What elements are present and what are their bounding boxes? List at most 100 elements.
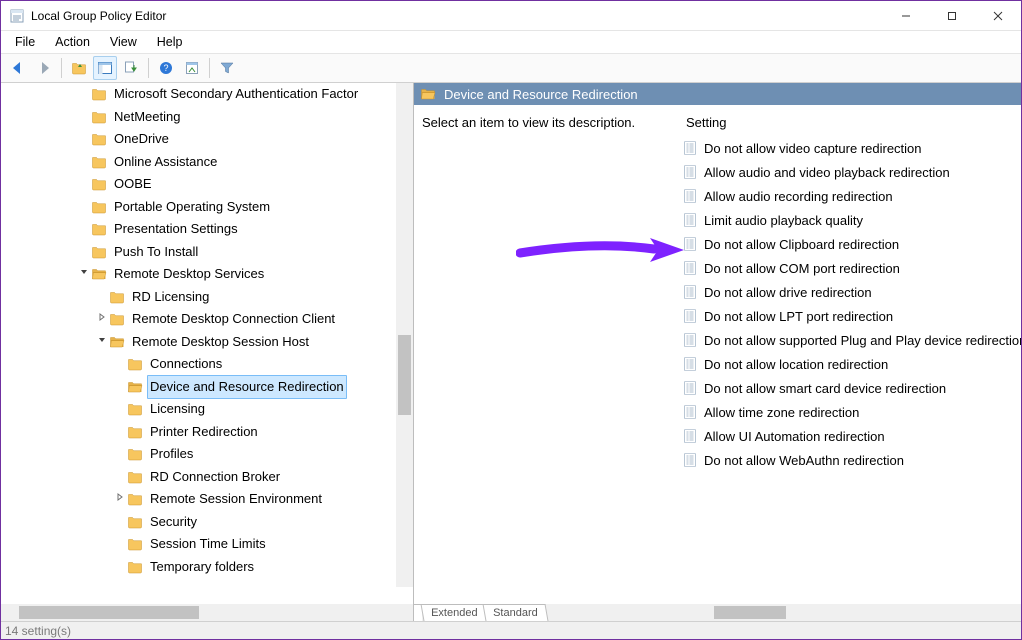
chevron-down-icon[interactable] <box>77 263 91 286</box>
policy-setting-item[interactable]: Do not allow Clipboard redirection <box>682 232 1021 256</box>
policy-item-icon <box>682 452 698 468</box>
policy-setting-item[interactable]: Do not allow supported Plug and Play dev… <box>682 328 1021 352</box>
tree-item[interactable]: OOBE <box>1 173 413 196</box>
folder-open-icon <box>91 266 107 282</box>
policy-item-icon <box>682 212 698 228</box>
policy-setting-item[interactable]: Allow UI Automation redirection <box>682 424 1021 448</box>
policy-setting-item[interactable]: Do not allow drive redirection <box>682 280 1021 304</box>
chevron-right-icon[interactable] <box>113 488 127 511</box>
toolbar-separator <box>61 58 62 78</box>
policy-item-icon <box>682 332 698 348</box>
tree-item[interactable]: Remote Desktop Session Host <box>1 331 413 354</box>
tree-item[interactable]: Profiles <box>1 443 413 466</box>
policy-setting-item[interactable]: Do not allow smart card device redirecti… <box>682 376 1021 400</box>
titlebar: Local Group Policy Editor <box>1 1 1021 31</box>
forward-button[interactable] <box>32 56 56 80</box>
tree-item-label: Session Time Limits <box>147 532 269 557</box>
folder-icon <box>127 356 143 372</box>
tree-pane: Microsoft Secondary Authentication Facto… <box>1 83 414 621</box>
tree-item[interactable]: Printer Redirection <box>1 421 413 444</box>
policy-setting-label: Allow audio and video playback redirecti… <box>704 165 950 180</box>
back-button[interactable] <box>6 56 30 80</box>
tree-item[interactable]: NetMeeting <box>1 106 413 129</box>
menu-action[interactable]: Action <box>45 33 100 51</box>
column-header-setting[interactable]: Setting <box>682 105 1021 136</box>
tree-item-label: Remote Desktop Connection Client <box>129 307 338 332</box>
tree-item[interactable]: Portable Operating System <box>1 196 413 219</box>
help-button[interactable]: ? <box>154 56 178 80</box>
properties-button[interactable] <box>180 56 204 80</box>
tree-item[interactable]: Remote Session Environment <box>1 488 413 511</box>
status-text: 14 setting(s) <box>5 624 71 638</box>
export-list-button[interactable] <box>119 56 143 80</box>
maximize-button[interactable] <box>929 1 975 31</box>
tree-item[interactable]: RD Licensing <box>1 286 413 309</box>
tree-item[interactable]: OneDrive <box>1 128 413 151</box>
policy-setting-label: Allow UI Automation redirection <box>704 429 885 444</box>
tree-item[interactable]: Session Time Limits <box>1 533 413 556</box>
tree-item-label: OOBE <box>111 172 155 197</box>
policy-setting-item[interactable]: Do not allow video capture redirection <box>682 136 1021 160</box>
policy-setting-item[interactable]: Do not allow location redirection <box>682 352 1021 376</box>
details-horizontal-scrollbar[interactable]: Extended Standard <box>414 604 1021 621</box>
policy-setting-label: Limit audio playback quality <box>704 213 863 228</box>
filter-button[interactable] <box>215 56 239 80</box>
chevron-down-icon[interactable] <box>95 331 109 354</box>
tab-standard[interactable]: Standard <box>483 604 549 621</box>
folder-icon <box>127 424 143 440</box>
policy-setting-item[interactable]: Allow audio and video playback redirecti… <box>682 160 1021 184</box>
tree-item[interactable]: Online Assistance <box>1 151 413 174</box>
policy-item-icon <box>682 164 698 180</box>
tree-item[interactable]: Push To Install <box>1 241 413 264</box>
policy-setting-label: Do not allow supported Plug and Play dev… <box>704 333 1021 348</box>
tree-horizontal-scrollbar[interactable] <box>1 604 413 621</box>
policy-item-icon <box>682 236 698 252</box>
menu-view[interactable]: View <box>100 33 147 51</box>
policy-setting-item[interactable]: Allow time zone redirection <box>682 400 1021 424</box>
details-header-title: Device and Resource Redirection <box>444 87 638 102</box>
tree-item[interactable]: Connections <box>1 353 413 376</box>
tab-extended[interactable]: Extended <box>421 604 488 621</box>
toolbar-separator <box>209 58 210 78</box>
tree-item-label: Temporary folders <box>147 555 257 580</box>
policy-setting-item[interactable]: Do not allow COM port redirection <box>682 256 1021 280</box>
tree-item[interactable]: Licensing <box>1 398 413 421</box>
menu-file[interactable]: File <box>5 33 45 51</box>
tree-item-label: Push To Install <box>111 240 201 265</box>
policy-setting-item[interactable]: Limit audio playback quality <box>682 208 1021 232</box>
policy-setting-item[interactable]: Do not allow LPT port redirection <box>682 304 1021 328</box>
tree-vertical-scrollbar[interactable] <box>396 83 413 587</box>
policy-item-icon <box>682 188 698 204</box>
policy-item-icon <box>682 428 698 444</box>
tree-item-label: Remote Desktop Session Host <box>129 330 312 355</box>
toolbar-separator <box>148 58 149 78</box>
policy-setting-item[interactable]: Do not allow WebAuthn redirection <box>682 448 1021 472</box>
tree-item[interactable]: Remote Desktop Services <box>1 263 413 286</box>
tree-item-label: Presentation Settings <box>111 217 241 242</box>
tree-item[interactable]: Security <box>1 511 413 534</box>
tree-item-label: Profiles <box>147 442 196 467</box>
folder-icon <box>91 244 107 260</box>
description-prompt: Select an item to view its description. <box>422 115 674 130</box>
tree-item[interactable]: RD Connection Broker <box>1 466 413 489</box>
policy-setting-item[interactable]: Allow audio recording redirection <box>682 184 1021 208</box>
tree-item[interactable]: Remote Desktop Connection Client <box>1 308 413 331</box>
chevron-right-icon[interactable] <box>95 308 109 331</box>
show-tree-button[interactable] <box>93 56 117 80</box>
tree-item[interactable]: Presentation Settings <box>1 218 413 241</box>
up-button[interactable] <box>67 56 91 80</box>
tree-item-label: Portable Operating System <box>111 195 273 220</box>
menu-help[interactable]: Help <box>147 33 193 51</box>
policy-item-icon <box>682 308 698 324</box>
tree-item-label: RD Connection Broker <box>147 465 283 490</box>
policy-item-icon <box>682 284 698 300</box>
tree-item[interactable]: Microsoft Secondary Authentication Facto… <box>1 83 413 106</box>
folder-icon <box>91 221 107 237</box>
tree-item[interactable]: Temporary folders <box>1 556 413 579</box>
minimize-button[interactable] <box>883 1 929 31</box>
folder-icon <box>91 109 107 125</box>
policy-setting-label: Do not allow drive redirection <box>704 285 872 300</box>
policy-setting-label: Do not allow smart card device redirecti… <box>704 381 946 396</box>
close-button[interactable] <box>975 1 1021 31</box>
tree-item[interactable]: Device and Resource Redirection <box>1 376 413 399</box>
